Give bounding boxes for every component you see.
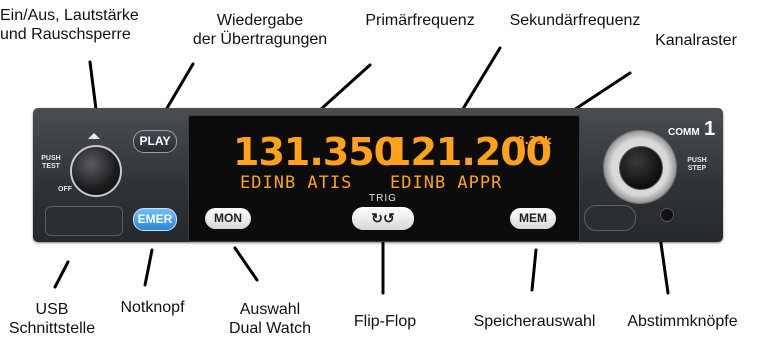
secondary-station-name: EDINB APPR	[390, 173, 503, 193]
swap-arrows-icon: ↻↺	[371, 210, 395, 226]
right-blank-button[interactable]	[584, 205, 636, 231]
tuning-knob-label-push: PUSH	[687, 157, 707, 164]
power-knob-label-off: OFF	[58, 186, 72, 193]
mem-button[interactable]: MEM	[510, 208, 556, 229]
tuning-knob-label: PUSH STEP	[682, 157, 712, 173]
label-dualwatch-line2: Dual Watch	[228, 320, 312, 337]
label-flipflop: Flip-Flop	[353, 313, 417, 330]
power-knob-label-test: TEST	[42, 163, 60, 170]
label-primary: Primärfrequenz	[365, 12, 475, 29]
power-volume-knob[interactable]	[70, 145, 122, 197]
leader-memory	[530, 248, 538, 292]
primary-frequency: 131.350	[233, 130, 400, 174]
label-dualwatch: Auswahl Dual Watch	[215, 300, 325, 338]
inner-tuning-knob[interactable]	[619, 146, 663, 190]
label-tuning: Abstimmknöpfe	[627, 313, 738, 330]
label-power-line2: und Rauschsperre	[0, 26, 131, 43]
label-playback-line1: Wiedergabe	[216, 12, 304, 29]
label-memory: Speicherauswahl	[473, 313, 596, 330]
label-spacing: Kanalraster	[655, 32, 737, 49]
primary-station-name: EDINB ATIS	[240, 173, 353, 193]
label-playback: Wiedergabe der Übertragungen	[185, 11, 335, 49]
power-knob-label-top: PUSH TEST	[36, 155, 66, 171]
comm-badge-text: COMM	[668, 127, 700, 138]
power-knob-label-push: PUSH	[41, 155, 61, 162]
channel-spacing: 8.33k	[517, 134, 552, 147]
label-usb: USB Schnittstelle	[2, 300, 102, 338]
leader-usb	[53, 260, 70, 289]
label-usb-line1: USB	[35, 301, 69, 318]
label-usb-line2: Schnittstelle	[8, 320, 96, 337]
emer-button[interactable]: EMER	[133, 208, 177, 231]
label-secondary: Sekundärfrequenz	[509, 12, 641, 29]
power-knob-marker-icon	[88, 133, 100, 139]
comm-badge: COMM 1	[668, 118, 715, 141]
tuning-knob-label-step: STEP	[687, 165, 707, 172]
label-emergency: Notknopf	[120, 299, 185, 316]
flip-flop-button[interactable]: ↻↺	[352, 207, 414, 230]
comm-badge-number: 1	[704, 118, 716, 140]
label-dualwatch-line1: Auswahl	[239, 301, 301, 318]
label-power-line1: Ein/Aus, Lautstärke	[0, 7, 139, 24]
label-power: Ein/Aus, Lautstärke und Rauschsperre	[0, 6, 175, 44]
mon-button[interactable]: MON	[205, 208, 251, 229]
trig-label: TRIG	[369, 193, 397, 204]
leader-dualwatch	[233, 246, 259, 282]
play-button[interactable]: PLAY	[133, 130, 177, 153]
leader-emergency	[143, 248, 154, 287]
label-playback-line2: der Übertragungen	[192, 31, 328, 48]
light-sensor	[660, 208, 674, 222]
usb-port[interactable]	[45, 206, 123, 236]
